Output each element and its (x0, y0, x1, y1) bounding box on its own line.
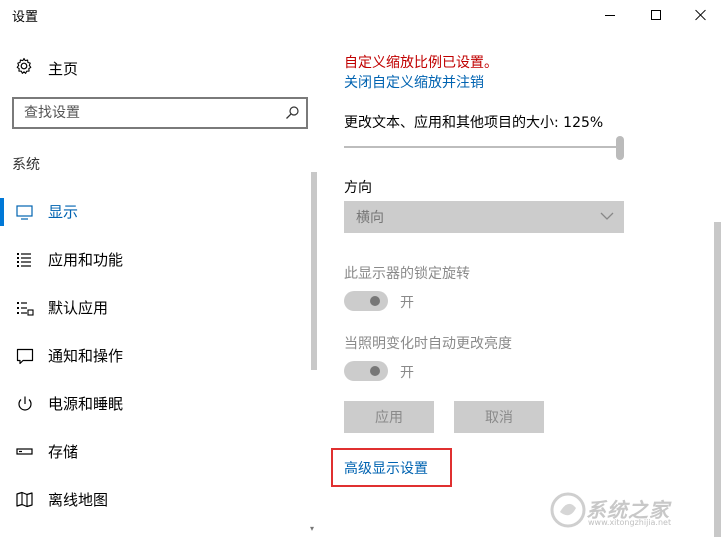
sidebar: 主页 系统 显示 (0, 30, 320, 537)
auto-brightness-toggle[interactable] (344, 361, 388, 381)
list-icon (17, 253, 31, 267)
window-title: 设置 (12, 10, 39, 25)
auto-brightness-state: 开 (400, 365, 414, 381)
toggle-knob (370, 296, 380, 306)
close-icon (695, 9, 707, 21)
minimize-icon (605, 14, 615, 16)
sidebar-nav: 显示 应用和功能 默认应用 通知和操作 电源和睡眠 存储 离线地图 (0, 192, 305, 528)
custom-scale-warning: 自定义缩放比例已设置。 (344, 55, 498, 71)
main-scrollbar[interactable] (711, 30, 724, 537)
sidebar-item-label: 电源和睡眠 (48, 395, 124, 413)
toggle-knob (370, 366, 380, 376)
sidebar-item-default-apps[interactable]: 默认应用 (0, 288, 305, 336)
advanced-display-settings-link[interactable]: 高级显示设置 (344, 458, 428, 478)
notification-icon (16, 348, 34, 365)
sidebar-item-notifications[interactable]: 通知和操作 (0, 336, 305, 384)
rotation-lock-state: 开 (400, 295, 414, 311)
gear-icon (16, 57, 32, 74)
sidebar-item-label: 离线地图 (48, 491, 109, 509)
maximize-icon (651, 10, 661, 20)
search-box[interactable] (12, 97, 308, 129)
cancel-button[interactable]: 取消 (454, 401, 544, 433)
active-indicator (0, 198, 4, 226)
search-input[interactable] (14, 99, 274, 127)
scroll-down-arrow-icon[interactable]: ▾ (310, 524, 314, 533)
sidebar-item-label: 存储 (48, 443, 79, 461)
settings-window: 设置 主页 系统 (0, 0, 724, 537)
storage-icon (16, 448, 33, 455)
minimize-button[interactable] (587, 0, 633, 30)
scale-slider-track[interactable] (344, 146, 616, 148)
sidebar-item-storage[interactable]: 存储 (0, 432, 305, 480)
sidebar-item-label: 应用和功能 (48, 251, 124, 269)
disable-custom-scale-link[interactable]: 关闭自定义缩放并注销 (344, 72, 484, 92)
sidebar-item-label: 默认应用 (48, 299, 109, 317)
monitor-icon (16, 205, 33, 220)
scale-slider-thumb[interactable] (616, 136, 624, 160)
section-label-system: 系统 (12, 157, 40, 173)
auto-brightness-label: 当照明变化时自动更改亮度 (344, 336, 512, 352)
sidebar-item-label: 通知和操作 (48, 347, 124, 365)
default-apps-icon (17, 302, 34, 316)
sidebar-item-apps-features[interactable]: 应用和功能 (0, 240, 305, 288)
watermark-logo-icon (550, 492, 586, 528)
map-icon (16, 491, 33, 508)
sidebar-scrollbar-thumb[interactable] (311, 172, 317, 370)
title-bar[interactable]: 设置 (0, 0, 724, 30)
watermark: 系统之家 www.xitongzhijia.net (548, 488, 718, 532)
search-icon[interactable] (284, 105, 300, 121)
home-label: 主页 (48, 60, 79, 78)
sidebar-item-display[interactable]: 显示 (0, 192, 305, 240)
power-icon (18, 396, 32, 411)
orientation-label: 方向 (344, 180, 372, 196)
chevron-down-icon (600, 212, 614, 220)
orientation-value: 横向 (356, 210, 384, 226)
home-nav-item[interactable]: 主页 (0, 52, 300, 82)
sidebar-item-label: 显示 (48, 203, 79, 221)
close-button[interactable] (678, 0, 724, 30)
apply-button[interactable]: 应用 (344, 401, 434, 433)
sidebar-item-power-sleep[interactable]: 电源和睡眠 (0, 384, 305, 432)
watermark-url: www.xitongzhijia.net (588, 518, 672, 527)
scale-label: 更改文本、应用和其他项目的大小: 125% (344, 115, 604, 131)
sidebar-scrollbar[interactable]: ▾ (308, 172, 320, 537)
orientation-dropdown[interactable]: 横向 (344, 201, 624, 233)
maximize-button[interactable] (633, 0, 679, 30)
sidebar-item-offline-maps[interactable]: 离线地图 (0, 480, 305, 528)
display-settings-panel: 自定义缩放比例已设置。 关闭自定义缩放并注销 更改文本、应用和其他项目的大小: … (320, 30, 724, 537)
rotation-lock-toggle[interactable] (344, 291, 388, 311)
scale-slider[interactable] (344, 136, 624, 160)
rotation-lock-label: 此显示器的锁定旋转 (344, 266, 470, 282)
